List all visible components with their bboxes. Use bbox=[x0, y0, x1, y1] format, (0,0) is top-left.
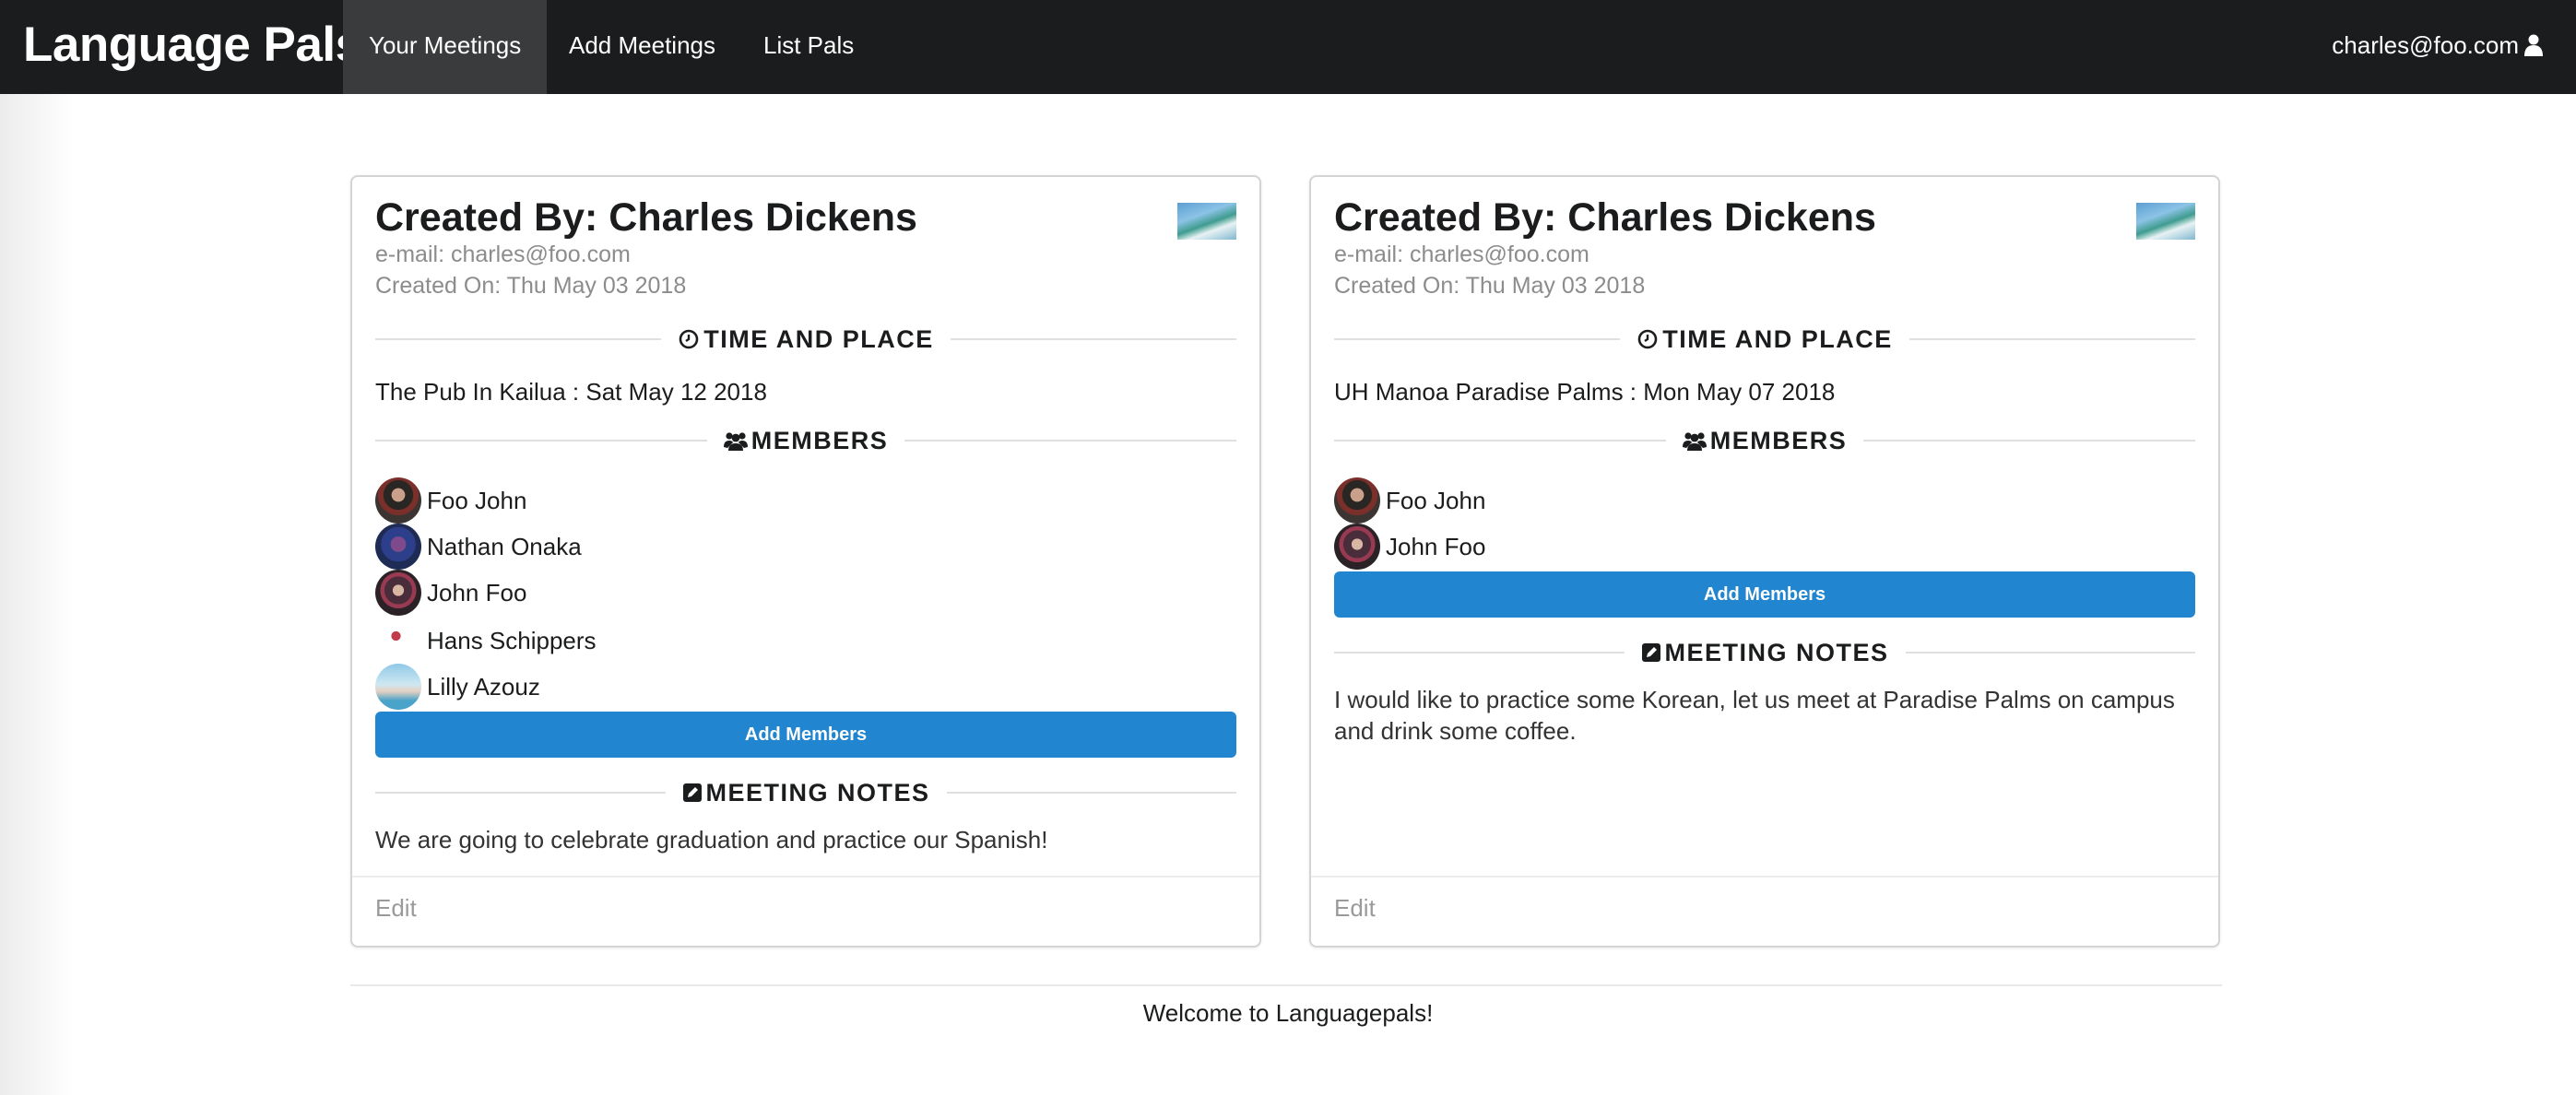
avatar bbox=[375, 618, 421, 664]
meeting-notes-divider: MEETING NOTES bbox=[1334, 634, 2196, 671]
add-members-button[interactable]: Add Members bbox=[1334, 571, 2195, 618]
member-item[interactable]: Hans Schippers bbox=[375, 618, 597, 664]
footer-welcome: Welcome to Languagepals! bbox=[1142, 999, 1434, 1027]
avatar bbox=[375, 570, 421, 616]
time-place-label: TIME AND PLACE bbox=[1662, 324, 1893, 353]
top-navbar: Language Pals Your Meetings Add Meetings… bbox=[0, 0, 2576, 94]
footer-divider bbox=[350, 984, 2222, 986]
member-name: Foo John bbox=[427, 486, 527, 514]
member-item[interactable]: John Foo bbox=[375, 570, 526, 616]
avatar bbox=[1334, 524, 1380, 570]
member-item[interactable]: Foo John bbox=[1334, 477, 1485, 524]
creator-email: e-mail: charles@foo.com bbox=[1334, 241, 1589, 267]
time-place-text: UH Manoa Paradise Palms : Mon May 07 201… bbox=[1334, 378, 1836, 406]
meeting-notes-text: We are going to celebrate graduation and… bbox=[375, 826, 1048, 854]
meeting-thumbnail bbox=[2136, 203, 2195, 240]
edit-icon bbox=[1641, 643, 1660, 662]
nav-your-meetings[interactable]: Your Meetings bbox=[343, 0, 548, 94]
card-footer: Edit bbox=[352, 876, 1259, 946]
created-date: Created On: Thu May 03 2018 bbox=[375, 273, 687, 299]
meeting-card: Created By: Charles Dickens e-mail: char… bbox=[350, 175, 1261, 948]
edit-icon bbox=[682, 783, 702, 802]
clock-icon bbox=[679, 329, 699, 349]
user-menu[interactable]: charles@foo.com bbox=[2332, 0, 2543, 94]
member-item[interactable]: Nathan Onaka bbox=[375, 524, 582, 570]
user-email: charles@foo.com bbox=[2332, 31, 2519, 59]
member-name: Foo John bbox=[1386, 486, 1486, 514]
meeting-thumbnail bbox=[1177, 203, 1236, 240]
member-name: John Foo bbox=[1386, 532, 1486, 560]
meeting-notes-label: MEETING NOTES bbox=[705, 778, 930, 807]
page-background-shade bbox=[0, 94, 74, 1095]
edit-link[interactable]: Edit bbox=[375, 894, 417, 923]
member-name: Hans Schippers bbox=[427, 626, 597, 654]
user-icon bbox=[2524, 34, 2543, 56]
created-date: Created On: Thu May 03 2018 bbox=[1334, 273, 1646, 299]
members-divider: MEMBERS bbox=[1334, 422, 2196, 459]
member-item[interactable]: Lilly Azouz bbox=[375, 664, 540, 710]
member-item[interactable]: Foo John bbox=[375, 477, 526, 524]
time-place-divider: TIME AND PLACE bbox=[375, 321, 1236, 358]
card-header: Created By: Charles Dickens bbox=[375, 195, 917, 240]
member-item[interactable]: John Foo bbox=[1334, 524, 1485, 570]
nav-add-meetings[interactable]: Add Meetings bbox=[543, 0, 741, 94]
member-name: John Foo bbox=[427, 578, 527, 606]
users-icon bbox=[1682, 432, 1707, 451]
avatar bbox=[375, 477, 421, 524]
nav-list-pals[interactable]: List Pals bbox=[738, 0, 880, 94]
members-label: MEMBERS bbox=[750, 426, 889, 454]
time-place-label: TIME AND PLACE bbox=[703, 324, 934, 353]
members-divider: MEMBERS bbox=[375, 422, 1237, 459]
time-place-text: The Pub In Kailua : Sat May 12 2018 bbox=[375, 378, 767, 406]
edit-link[interactable]: Edit bbox=[1334, 894, 1376, 923]
time-place-divider: TIME AND PLACE bbox=[1334, 321, 2195, 358]
meeting-notes-divider: MEETING NOTES bbox=[375, 774, 1237, 811]
card-footer: Edit bbox=[1311, 876, 2218, 946]
users-icon bbox=[723, 432, 748, 451]
member-name: Nathan Onaka bbox=[427, 532, 582, 560]
card-header: Created By: Charles Dickens bbox=[1334, 195, 1876, 240]
brand-logo[interactable]: Language Pals bbox=[23, 0, 362, 94]
add-members-button[interactable]: Add Members bbox=[375, 712, 1236, 758]
avatar bbox=[375, 524, 421, 570]
clock-icon bbox=[1637, 329, 1658, 349]
avatar bbox=[375, 664, 421, 710]
avatar bbox=[1334, 477, 1380, 524]
meeting-notes-text: I would like to practice some Korean, le… bbox=[1334, 686, 2175, 745]
meeting-notes-label: MEETING NOTES bbox=[1664, 638, 1889, 666]
member-name: Lilly Azouz bbox=[427, 672, 540, 701]
members-label: MEMBERS bbox=[1709, 426, 1848, 454]
meeting-card: Created By: Charles Dickens e-mail: char… bbox=[1309, 175, 2220, 948]
creator-email: e-mail: charles@foo.com bbox=[375, 241, 631, 267]
